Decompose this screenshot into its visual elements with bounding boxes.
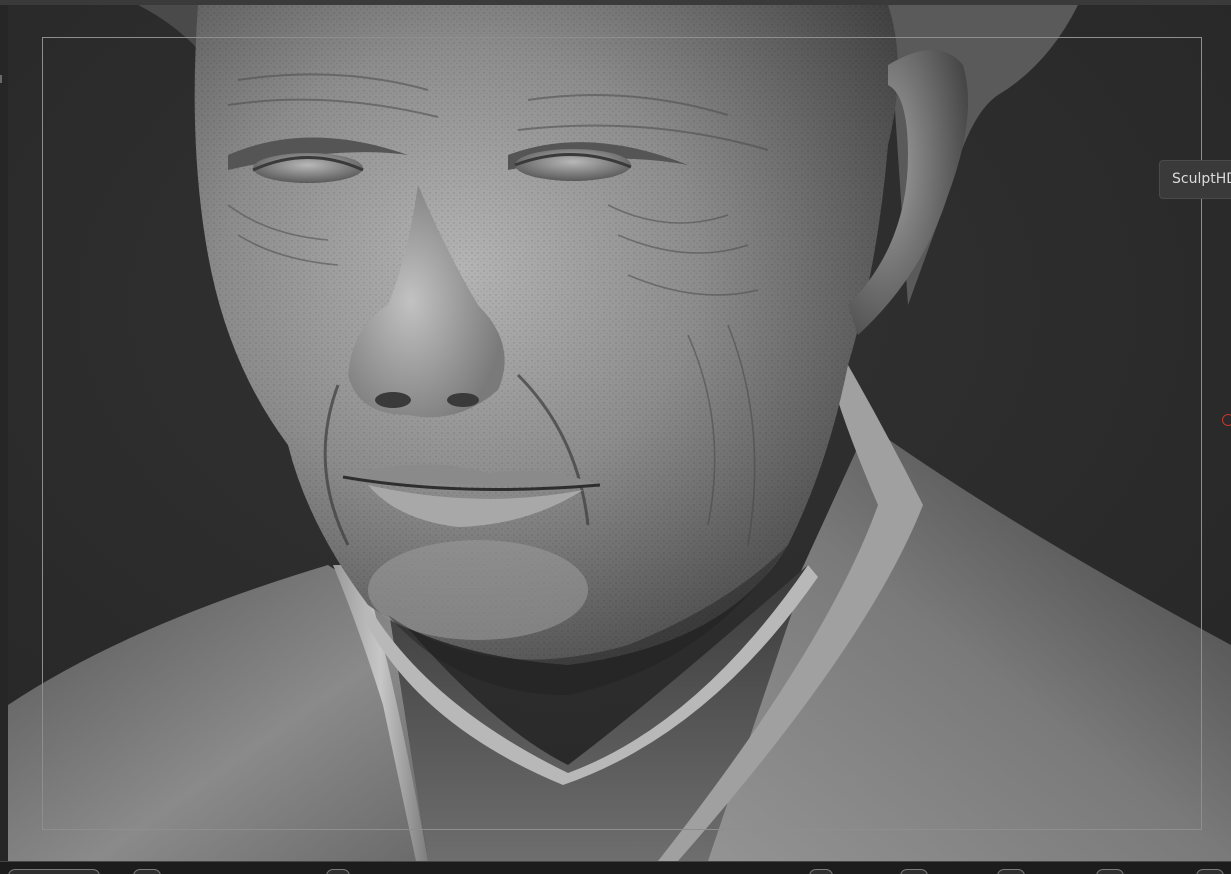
brush-cursor-icon [1222,414,1231,426]
bottom-shelf [0,861,1231,874]
sculpting-app-window: SculptHD [0,0,1231,874]
bottom-shelf-button-3[interactable] [326,869,350,874]
right-nostril [447,393,479,407]
sculpted-head-model[interactable] [8,5,1231,861]
left-shelf-marker [0,75,2,83]
sculpthd-tooltip: SculptHD [1159,160,1231,199]
bottom-shelf-button-6[interactable] [997,869,1025,874]
left-shelf-edge [0,5,8,861]
left-nostril [375,392,411,408]
bottom-shelf-button-2[interactable] [133,869,161,874]
bottom-shelf-button-1[interactable] [8,869,100,874]
bottom-shelf-button-8[interactable] [1196,869,1224,874]
bottom-shelf-button-5[interactable] [900,869,928,874]
bottom-shelf-button-4[interactable] [809,869,833,874]
document-viewport[interactable]: SculptHD [8,5,1231,861]
bottom-shelf-button-7[interactable] [1096,869,1124,874]
